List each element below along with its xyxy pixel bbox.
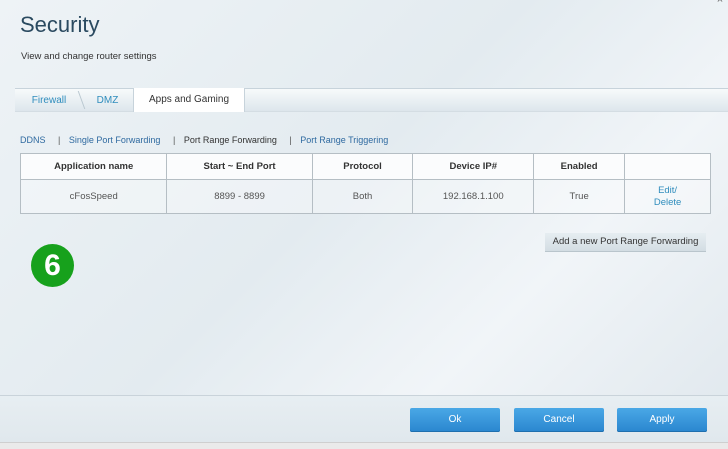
cell-enabled: True	[533, 179, 626, 214]
tab-apps-and-gaming[interactable]: Apps and Gaming	[133, 88, 245, 112]
cell-application-name: cFosSpeed	[19, 179, 168, 214]
column-header-actions	[624, 153, 711, 180]
page-title: Security	[20, 12, 100, 37]
ok-button[interactable]: Ok	[410, 408, 500, 432]
subnav-port-range-triggering[interactable]: Port Range Triggering	[300, 135, 388, 145]
step-number-badge: 6	[31, 244, 74, 287]
cell-actions: Edit/ Delete	[624, 179, 711, 214]
subnav-separator: |	[172, 135, 176, 145]
table-header-row: Application name Start ~ End Port Protoc…	[19, 153, 711, 180]
delete-link[interactable]: Delete	[626, 197, 709, 209]
tab-firewall[interactable]: Firewall	[19, 89, 79, 111]
tab-dmz[interactable]: DMZ	[85, 89, 130, 111]
tab-bar: Firewall DMZ Apps and Gaming	[15, 88, 728, 112]
footer-bar: Ok Cancel Apply	[0, 395, 728, 449]
edit-link[interactable]: Edit/	[626, 185, 709, 197]
add-port-range-forwarding-button[interactable]: Add a new Port Range Forwarding	[545, 233, 706, 252]
column-header-port-range: Start ~ End Port	[166, 153, 313, 180]
cancel-button[interactable]: Cancel	[514, 408, 604, 432]
subnav-port-range-forwarding[interactable]: Port Range Forwarding	[184, 135, 277, 145]
subnav-single-port-forwarding[interactable]: Single Port Forwarding	[69, 135, 161, 145]
column-header-enabled: Enabled	[533, 153, 626, 180]
subnav: DDNS | Single Port Forwarding | Port Ran…	[20, 135, 388, 145]
apply-button[interactable]: Apply	[617, 408, 707, 432]
subnav-separator: |	[58, 135, 61, 145]
column-header-application-name: Application name	[19, 153, 168, 180]
table-row: cFosSpeed 8899 - 8899 Both 192.168.1.100…	[19, 179, 711, 214]
subnav-ddns[interactable]: DDNS	[20, 135, 46, 145]
column-header-device-ip: Device IP#	[412, 153, 535, 180]
port-range-forwarding-table: Application name Start ~ End Port Protoc…	[19, 153, 711, 214]
cell-port-range: 8899 - 8899	[166, 179, 313, 214]
column-header-protocol: Protocol	[311, 153, 414, 180]
cell-protocol: Both	[311, 179, 414, 214]
subnav-separator: |	[289, 135, 292, 145]
close-icon[interactable]: ×	[714, 0, 726, 6]
cell-device-ip: 192.168.1.100	[412, 179, 535, 214]
page-subtitle: View and change router settings	[21, 51, 157, 62]
